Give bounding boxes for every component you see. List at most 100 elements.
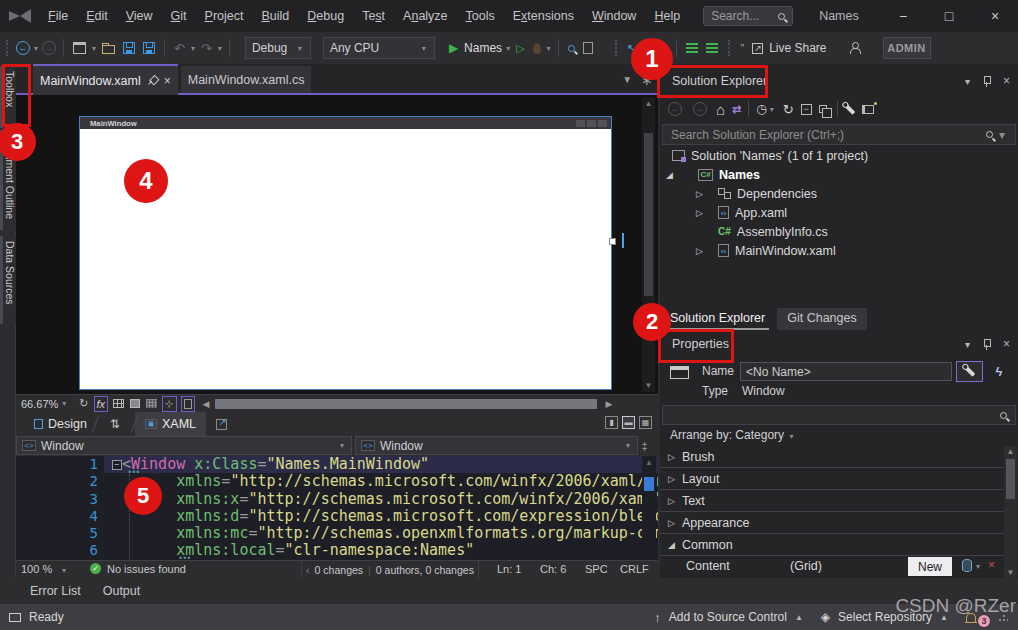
redo-button[interactable]: ↷: [201, 40, 212, 56]
properties-mode-wrench-button[interactable]: [956, 361, 983, 382]
menu-git[interactable]: Git: [162, 7, 196, 25]
menu-help[interactable]: Help: [645, 7, 689, 25]
xaml-code-editor[interactable]: 1−<Window x:Class="Names.MainWindow"2 xm…: [16, 456, 658, 560]
save-button[interactable]: [123, 40, 135, 56]
se-show-all-files-icon[interactable]: [819, 105, 827, 113]
tab-list-dropdown-icon[interactable]: ▼: [622, 74, 632, 85]
category-text[interactable]: ▷Text: [660, 490, 1004, 512]
designer-resize-handle[interactable]: [609, 238, 616, 245]
close-button[interactable]: ×: [972, 0, 1018, 32]
se-forward-icon[interactable]: →: [693, 102, 707, 116]
se-back-icon[interactable]: ←: [668, 102, 682, 116]
code-line-2[interactable]: 2 xmlns="http://schemas.microsoft.com/wi…: [16, 473, 658, 490]
hscroll-left-arrow[interactable]: ◀: [203, 399, 210, 409]
code-line-4[interactable]: 4 xmlns:d="http://schemas.microsoft.com/…: [16, 508, 658, 525]
add-source-arrow-icon[interactable]: ▲: [795, 613, 803, 622]
se-sync-active-icon[interactable]: ⇄: [732, 103, 741, 116]
category-brush[interactable]: ▷Brush: [660, 446, 1004, 468]
document-tab-MainWindow.xaml.cs[interactable]: MainWindow.xaml.cs: [181, 66, 312, 93]
tab-close-icon[interactable]: ×: [164, 74, 171, 88]
menu-analyze[interactable]: Analyze: [394, 7, 456, 25]
se-properties-wrench-icon[interactable]: [844, 104, 855, 115]
solution-explorer-search[interactable]: Search Solution Explorer (Ctrl+;) ▾: [662, 124, 1016, 145]
save-all-button[interactable]: [143, 40, 155, 56]
design-view-tab[interactable]: Design: [26, 414, 95, 434]
content-dropdown-icon[interactable]: ▾: [976, 562, 980, 571]
se-collapse-all-icon[interactable]: −: [801, 104, 812, 115]
menu-view[interactable]: View: [117, 7, 162, 25]
se-refresh-icon[interactable]: ↻: [783, 102, 794, 117]
live-share-icon[interactable]: [752, 40, 763, 56]
hscroll-right-arrow[interactable]: ▶: [605, 399, 612, 409]
prop-close-icon[interactable]: ×: [1003, 337, 1010, 351]
line-indicator[interactable]: Ln: 1: [497, 563, 521, 575]
zoom-level-value[interactable]: 66.67%: [21, 398, 58, 410]
menu-test[interactable]: Test: [353, 7, 394, 25]
name-input[interactable]: <No Name>: [740, 362, 952, 381]
new-button[interactable]: New: [908, 557, 952, 576]
menu-tools[interactable]: Tools: [457, 7, 504, 25]
live-share-label[interactable]: Live Share: [769, 41, 826, 55]
popout-xaml-icon[interactable]: [216, 419, 227, 430]
refresh-designer-icon[interactable]: ↻: [79, 397, 88, 410]
authors-count[interactable]: 0 authors, 0 changes: [376, 564, 474, 576]
menu-debug[interactable]: Debug: [298, 7, 353, 25]
snap-to-snaplines-icon[interactable]: ⊹: [162, 396, 176, 412]
collapse-pane-icon[interactable]: ▦: [639, 416, 652, 429]
designer-horizontal-scrollbar[interactable]: [215, 399, 597, 409]
tree-item-dependencies[interactable]: ▷Dependencies: [660, 184, 1018, 203]
code-line-1[interactable]: 1−<Window x:Class="Names.MainWindow": [16, 456, 658, 473]
snapline-icon[interactable]: [146, 399, 157, 408]
se-pin-icon[interactable]: [983, 76, 990, 87]
category-layout[interactable]: ▷Layout: [660, 468, 1004, 490]
start-without-debug-button[interactable]: ▷: [516, 40, 524, 56]
se-window-menu-icon[interactable]: ▾: [965, 76, 970, 87]
snap-grid-icon[interactable]: [130, 399, 140, 408]
issues-status[interactable]: No issues found: [107, 563, 186, 575]
add-user-icon[interactable]: [849, 40, 861, 56]
changes-count[interactable]: 0 changes: [315, 564, 363, 576]
xaml-designer-surface[interactable]: MainWindow ▲ ▼: [16, 95, 658, 394]
document-button[interactable]: [583, 40, 593, 56]
tree-item-solution-names-1-of-1-project-[interactable]: Solution 'Names' (1 of 1 project): [660, 146, 1018, 165]
properties-scrollbar[interactable]: ▲ ▼: [1004, 446, 1017, 578]
breadcrumb-right[interactable]: <>Window▾: [355, 436, 638, 455]
bottom-tab-error-list[interactable]: Error List: [30, 584, 81, 598]
tree-item-mainwindow.xaml[interactable]: ▷‹›MainWindow.xaml: [660, 241, 1018, 260]
run-target-label[interactable]: Names: [464, 41, 502, 55]
effects-toggle-icon[interactable]: fx: [94, 396, 109, 412]
arrange-by[interactable]: Arrange by: Category ▾: [670, 428, 795, 442]
code-line-3[interactable]: 3 xmlns:x="http://schemas.microsoft.com/…: [16, 491, 658, 508]
code-line-5[interactable]: 5 xmlns:mc="http://schemas.openxmlformat…: [16, 525, 658, 542]
designer-vertical-scrollbar[interactable]: ▲ ▼: [642, 97, 655, 392]
panel-tab-solution-explorer[interactable]: Solution Explorer: [666, 308, 769, 330]
open-file-button[interactable]: [102, 40, 115, 56]
collapsed-icon[interactable]: ▷: [696, 246, 703, 256]
collapsed-icon[interactable]: ▷: [696, 208, 703, 218]
new-project-button[interactable]: [73, 40, 86, 56]
swap-panes-icon[interactable]: ⇅: [110, 417, 120, 431]
breadcrumb-left[interactable]: <>Window▾: [16, 436, 352, 455]
platform-dropdown[interactable]: Any CPU▾: [323, 37, 435, 59]
prop-window-menu-icon[interactable]: ▾: [965, 339, 970, 350]
tab-pin-icon[interactable]: [144, 73, 160, 89]
panel-tab-git-changes[interactable]: Git Changes: [777, 308, 866, 330]
find-in-files-button[interactable]: [568, 40, 575, 56]
prop-pin-icon[interactable]: [983, 339, 990, 350]
designer-window-preview[interactable]: MainWindow: [79, 116, 612, 390]
navigate-forward-button[interactable]: →: [42, 41, 56, 55]
se-close-icon[interactable]: ×: [1003, 74, 1010, 88]
se-home-icon[interactable]: ⌂: [716, 101, 725, 118]
undo-button[interactable]: ↶: [174, 40, 185, 56]
debug-configuration-dropdown[interactable]: Debug▾: [245, 37, 311, 59]
events-lightning-button[interactable]: ϟ: [987, 361, 1011, 382]
se-preview-icon[interactable]: [862, 105, 874, 114]
vertical-split-icon[interactable]: ▮: [605, 416, 618, 429]
show-grid-icon[interactable]: [113, 399, 124, 408]
horizontal-split-icon[interactable]: ▬: [622, 416, 635, 429]
admin-button[interactable]: ADMIN: [883, 37, 931, 59]
collapsed-icon[interactable]: ▷: [696, 189, 703, 199]
menu-file[interactable]: File: [39, 7, 77, 25]
hot-reload-icon[interactable]: [533, 40, 541, 56]
tree-item-names[interactable]: ◢C#Names: [660, 165, 1018, 184]
